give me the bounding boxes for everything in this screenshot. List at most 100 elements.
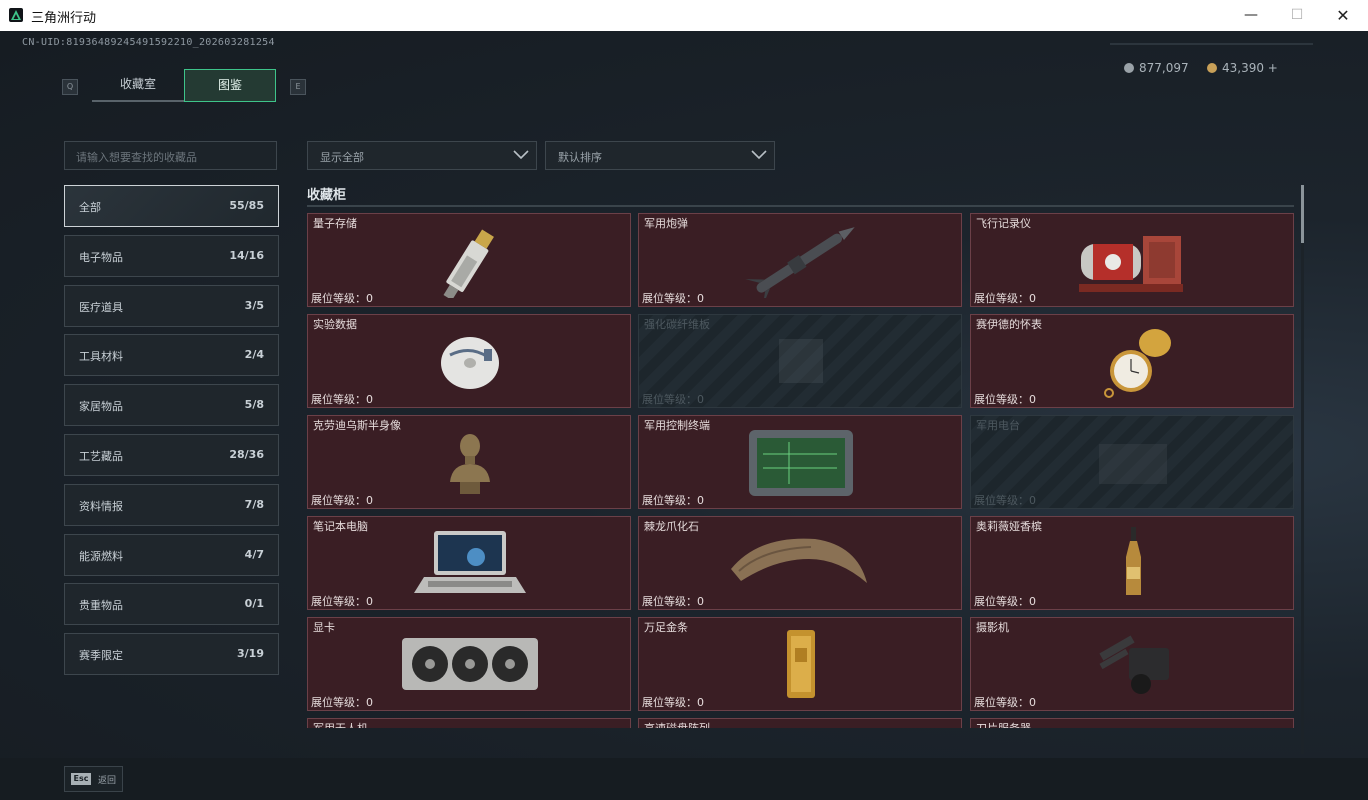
display-level-label: 展位等级： — [642, 292, 697, 305]
item-name: 强化碳纤维板 — [644, 318, 710, 331]
category-household[interactable]: 家居物品 5/8 — [64, 384, 279, 427]
display-level-value: 0 — [1029, 292, 1036, 305]
item-card[interactable]: 克劳迪乌斯半身像 展位等级：0 — [307, 415, 631, 509]
display-level: 展位等级：0 — [974, 391, 1036, 407]
category-count: 3/19 — [237, 647, 264, 661]
display-level-value: 0 — [1029, 393, 1036, 406]
display-level-label: 展位等级： — [974, 595, 1029, 608]
tab-catalog[interactable]: 图鉴 — [184, 69, 276, 102]
item-card[interactable]: 量子存储 展位等级：0 — [307, 213, 631, 307]
display-level: 展位等级：0 — [642, 492, 704, 508]
category-label: 能源燃料 — [79, 549, 123, 563]
back-label: 返回 — [98, 776, 117, 786]
item-card[interactable]: 军用控制终端 展位等级：0 — [638, 415, 962, 509]
display-level: 展位等级：0 — [974, 290, 1036, 306]
item-card[interactable]: 摄影机 展位等级：0 — [970, 617, 1294, 711]
category-label: 全部 — [79, 201, 101, 214]
bust-icon — [450, 434, 490, 494]
gold-currency[interactable]: 43,390 + — [1207, 61, 1278, 75]
item-card[interactable]: 显卡 展位等级：0 — [307, 617, 631, 711]
category-medical[interactable]: 医疗道具 3/5 — [64, 284, 279, 327]
item-card[interactable]: 高速磁盘阵列 — [638, 718, 962, 728]
tab-collection-room[interactable]: 收藏室 — [92, 69, 184, 102]
missile-icon — [745, 227, 855, 298]
category-season-limited[interactable]: 赛季限定 3/19 — [64, 633, 279, 676]
cd-disc-icon — [441, 337, 499, 389]
item-card[interactable]: 万足金条 展位等级：0 — [638, 617, 962, 711]
section-title: 收藏柜 — [307, 188, 347, 203]
display-level-label: 展位等级： — [311, 494, 366, 507]
category-count: 2/4 — [244, 348, 264, 362]
graphics-card-icon — [402, 638, 538, 690]
item-card[interactable]: 刀片服务器 — [970, 718, 1294, 728]
display-level: 展位等级：0 — [974, 593, 1036, 609]
item-card[interactable]: 奥莉薇娅香槟 展位等级：0 — [970, 516, 1294, 610]
category-crafts[interactable]: 工艺藏品 28/36 — [64, 433, 279, 476]
item-card[interactable]: 强化碳纤维板 展位等级：0 — [638, 314, 962, 408]
collection-search-input[interactable]: 请输入想要查找的收藏品 — [64, 141, 277, 170]
window-titlebar: 三角洲行动 — ☐ ✕ — [0, 0, 1368, 32]
item-name: 奥莉薇娅香槟 — [976, 520, 1042, 533]
display-level-label: 展位等级： — [974, 494, 1029, 507]
category-intel[interactable]: 资料情报 7/8 — [64, 483, 279, 526]
display-level-label: 展位等级： — [974, 696, 1029, 709]
gold-amount: 43,390 + — [1222, 61, 1278, 75]
category-label: 工艺藏品 — [79, 449, 123, 463]
item-card[interactable]: 军用无人机 — [307, 718, 631, 728]
category-valuables[interactable]: 贵重物品 0/1 — [64, 583, 279, 626]
category-label: 医疗道具 — [79, 300, 123, 314]
item-name: 显卡 — [313, 621, 335, 634]
gold-coin-icon — [1207, 63, 1217, 73]
gold-bar-icon — [787, 630, 815, 698]
sort-dropdown[interactable]: 默认排序 — [545, 141, 775, 170]
close-button[interactable]: ✕ — [1320, 0, 1366, 31]
category-count: 5/8 — [244, 398, 264, 412]
item-card[interactable]: 笔记本电脑 展位等级：0 — [307, 516, 631, 610]
display-level-label: 展位等级： — [311, 595, 366, 608]
category-all[interactable]: 全部 55/85 — [64, 185, 279, 227]
category-electronics[interactable]: 电子物品 14/16 — [64, 234, 279, 277]
category-count: 0/1 — [244, 597, 264, 611]
claw-fossil-icon — [731, 538, 867, 583]
item-card[interactable]: 实验数据 展位等级：0 — [307, 314, 631, 408]
item-card[interactable]: 棘龙爪化石 展位等级：0 — [638, 516, 962, 610]
app-logo-icon — [9, 8, 23, 22]
display-level: 展位等级：0 — [311, 492, 373, 508]
usb-drive-icon — [443, 229, 494, 298]
item-name: 飞行记录仪 — [976, 217, 1031, 230]
category-tools[interactable]: 工具材料 2/4 — [64, 334, 279, 377]
next-tab-key-hint[interactable]: E — [290, 79, 306, 95]
display-level: 展位等级：0 — [974, 694, 1036, 710]
category-label: 赛季限定 — [79, 649, 123, 663]
scrollbar-thumb[interactable] — [1301, 185, 1304, 243]
display-filter-value: 显示全部 — [320, 151, 364, 164]
display-level-value: 0 — [366, 595, 373, 608]
bottom-bar — [0, 758, 1368, 800]
display-level: 展位等级：0 — [974, 492, 1036, 508]
window-title: 三角洲行动 — [31, 11, 97, 26]
display-filter-dropdown[interactable]: 显示全部 — [307, 141, 537, 170]
item-card[interactable]: 军用电台 展位等级：0 — [970, 415, 1294, 509]
back-button[interactable]: Esc 返回 — [64, 766, 123, 792]
item-name: 军用电台 — [976, 419, 1020, 432]
item-name: 赛伊德的怀表 — [976, 318, 1042, 331]
item-name: 摄影机 — [976, 621, 1009, 634]
display-level-value: 0 — [1029, 595, 1036, 608]
display-level-label: 展位等级： — [311, 393, 366, 406]
grid-scrollbar[interactable] — [1301, 185, 1304, 754]
minimize-button[interactable]: — — [1228, 0, 1274, 31]
category-label: 工具材料 — [79, 350, 123, 364]
prev-tab-key-hint[interactable]: Q — [62, 79, 78, 95]
display-level-value: 0 — [1029, 696, 1036, 709]
item-name: 万足金条 — [644, 621, 688, 634]
maximize-button[interactable]: ☐ — [1274, 0, 1320, 31]
display-level-label: 展位等级： — [974, 393, 1029, 406]
item-card[interactable]: 飞行记录仪 展位等级：0 — [970, 213, 1294, 307]
item-card[interactable]: 军用炮弹 展位等级：0 — [638, 213, 962, 307]
display-level-label: 展位等级： — [642, 595, 697, 608]
category-fuel[interactable]: 能源燃料 4/7 — [64, 533, 279, 576]
carbon-plate-icon — [779, 339, 823, 383]
item-card[interactable]: 赛伊德的怀表 展位等级：0 — [970, 314, 1294, 408]
chevron-down-icon — [513, 150, 529, 160]
item-name: 高速磁盘阵列 — [644, 720, 710, 728]
